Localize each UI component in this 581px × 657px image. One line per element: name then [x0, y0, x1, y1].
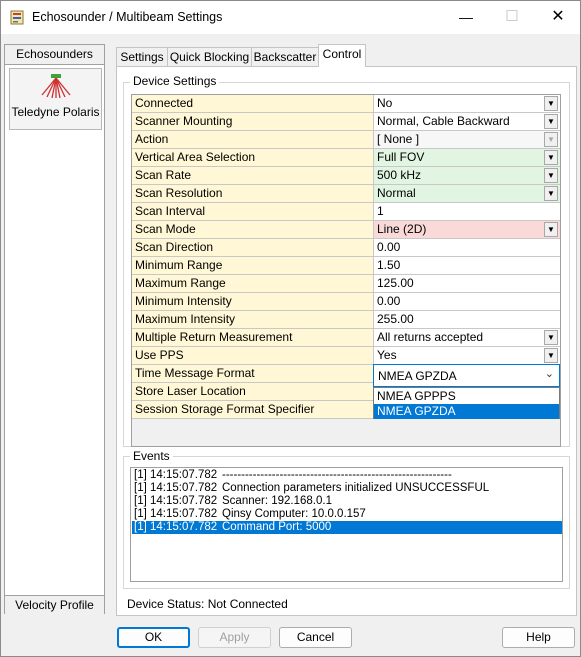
velocity-profile-button[interactable]: Velocity Profile [5, 595, 104, 614]
setting-name: Scanner Mounting [132, 113, 374, 131]
setting-name: Scan Rate [132, 167, 374, 185]
apply-button: Apply [198, 627, 271, 648]
chevron-down-icon[interactable]: ▼ [544, 330, 558, 345]
device-settings-title: Device Settings [130, 74, 220, 88]
setting-value[interactable]: 125.00 [374, 275, 560, 293]
chevron-down-icon[interactable]: ▼ [544, 222, 558, 237]
setting-name: Maximum Range [132, 275, 374, 293]
close-button[interactable]: ✕ [535, 1, 581, 33]
tab-settings[interactable]: Settings [116, 47, 168, 67]
setting-name: Minimum Intensity [132, 293, 374, 311]
event-item[interactable]: [1] 14:15:07.782 Qinsy Computer: 10.0.0.1… [132, 508, 562, 521]
window-title: Echosounder / Multibeam Settings [32, 10, 223, 24]
echosounder-item-label: Teledyne Polaris [11, 105, 100, 119]
chevron-down-icon[interactable]: ▼ [544, 348, 558, 363]
chevron-down-icon[interactable]: ▼ [544, 186, 558, 201]
chevron-down-icon[interactable]: ▼ [544, 168, 558, 183]
setting-row-scan-direction[interactable]: Scan Direction 0.00 [132, 239, 560, 257]
setting-value[interactable]: 0.00 [374, 239, 560, 257]
tab-quick-blocking[interactable]: Quick Blocking [167, 47, 252, 67]
setting-row-scanner-mounting[interactable]: Scanner Mounting Normal, Cable Backward ▼ [132, 113, 560, 131]
cancel-button[interactable]: Cancel [279, 627, 352, 648]
setting-value[interactable]: Line (2D) ▼ [374, 221, 560, 239]
setting-row-minimum-range[interactable]: Minimum Range 1.50 [132, 257, 560, 275]
setting-name: Session Storage Format Specifier [132, 401, 374, 419]
setting-row-scan-interval[interactable]: Scan Interval 1 [132, 203, 560, 221]
scanner-beam-icon [41, 74, 71, 99]
tab-control[interactable]: Control [318, 44, 366, 67]
chevron-down-icon[interactable]: ⌄ [545, 367, 554, 380]
chevron-down-icon[interactable]: ▼ [544, 114, 558, 129]
setting-row-multiple-return-measurement[interactable]: Multiple Return Measurement All returns … [132, 329, 560, 347]
dropdown-option-nmea-gppps[interactable]: NMEA GPPPS [374, 389, 559, 404]
ok-button[interactable]: OK [117, 627, 190, 648]
echosounder-panel: Echosounders Teledyne Polaris Velocity P… [4, 44, 105, 614]
setting-row-minimum-intensity[interactable]: Minimum Intensity 0.00 [132, 293, 560, 311]
setting-name: Scan Mode [132, 221, 374, 239]
dropdown-option-nmea-gpzda[interactable]: NMEA GPZDA [374, 404, 559, 419]
chevron-down-icon[interactable]: ▼ [544, 96, 558, 111]
minimize-button[interactable]: — [443, 1, 489, 33]
echosounders-header[interactable]: Echosounders [5, 45, 104, 65]
setting-row-scan-resolution[interactable]: Scan Resolution Normal ▼ [132, 185, 560, 203]
setting-value[interactable]: Normal ▼ [374, 185, 560, 203]
title-bar[interactable]: Echosounder / Multibeam Settings — ☐ ✕ [1, 1, 580, 34]
setting-name: Minimum Range [132, 257, 374, 275]
events-list[interactable]: [1] 14:15:07.782 ------------------------… [130, 467, 563, 582]
event-item[interactable]: [1] 14:15:07.782 Scanner: 192.168.0.1 [132, 495, 562, 508]
event-item[interactable]: [1] 14:15:07.782 Connection parameters in… [132, 482, 562, 495]
maximize-button: ☐ [505, 8, 519, 25]
setting-row-maximum-intensity[interactable]: Maximum Intensity 255.00 [132, 311, 560, 329]
setting-row-scan-rate[interactable]: Scan Rate 500 kHz ▼ [132, 167, 560, 185]
chevron-down-icon[interactable]: ▼ [544, 150, 558, 165]
event-item-selected[interactable]: [1] 14:15:07.782 Command Port: 5000 [132, 521, 562, 534]
setting-value: [ None ] ▼ [374, 131, 560, 149]
settings-window: Echosounder / Multibeam Settings — ☐ ✕ E… [0, 0, 581, 657]
chevron-down-icon: ▼ [544, 132, 558, 147]
setting-value[interactable]: 255.00 [374, 311, 560, 329]
setting-name: Connected [132, 95, 374, 113]
setting-value[interactable]: 0.00 [374, 293, 560, 311]
setting-row-maximum-range[interactable]: Maximum Range 125.00 [132, 275, 560, 293]
setting-name: Time Message Format [132, 365, 374, 383]
setting-row-vertical-area-selection[interactable]: Vertical Area Selection Full FOV ▼ [132, 149, 560, 167]
event-item[interactable]: [1] 14:15:07.782 ------------------------… [132, 469, 562, 482]
setting-row-action: Action [ None ] ▼ [132, 131, 560, 149]
app-settings-icon [10, 10, 24, 25]
setting-name: Action [132, 131, 374, 149]
setting-name: Scan Resolution [132, 185, 374, 203]
events-title: Events [130, 449, 173, 463]
setting-name: Scan Direction [132, 239, 374, 257]
setting-row-connected[interactable]: Connected No ▼ [132, 95, 560, 113]
setting-value[interactable]: Normal, Cable Backward ▼ [374, 113, 560, 131]
setting-value[interactable]: 1 [374, 203, 560, 221]
button-bar: OK Apply Cancel Help [2, 618, 579, 656]
setting-value[interactable]: Yes ▼ [374, 347, 560, 365]
setting-row-use-pps[interactable]: Use PPS Yes ▼ [132, 347, 560, 365]
setting-name: Store Laser Location [132, 383, 374, 401]
setting-name: Vertical Area Selection [132, 149, 374, 167]
setting-value[interactable]: 1.50 [374, 257, 560, 275]
tab-backscatter[interactable]: Backscatter [251, 47, 319, 67]
setting-value[interactable]: 500 kHz ▼ [374, 167, 560, 185]
setting-name: Scan Interval [132, 203, 374, 221]
device-status-text: Device Status: Not Connected [127, 597, 288, 611]
setting-name: Use PPS [132, 347, 374, 365]
echosounder-item-teledyne-polaris[interactable]: Teledyne Polaris [9, 68, 102, 130]
time-message-format-combo[interactable]: NMEA GPZDA ⌄ [373, 364, 560, 387]
help-button[interactable]: Help [502, 627, 575, 648]
time-message-format-dropdown-list: NMEA GPPPS NMEA GPZDA [373, 387, 560, 419]
setting-name: Maximum Intensity [132, 311, 374, 329]
setting-row-scan-mode[interactable]: Scan Mode Line (2D) ▼ [132, 221, 560, 239]
setting-value[interactable]: All returns accepted ▼ [374, 329, 560, 347]
setting-name: Multiple Return Measurement [132, 329, 374, 347]
combo-selected-value: NMEA GPZDA [378, 369, 457, 383]
setting-value[interactable]: Full FOV ▼ [374, 149, 560, 167]
setting-value[interactable]: No ▼ [374, 95, 560, 113]
